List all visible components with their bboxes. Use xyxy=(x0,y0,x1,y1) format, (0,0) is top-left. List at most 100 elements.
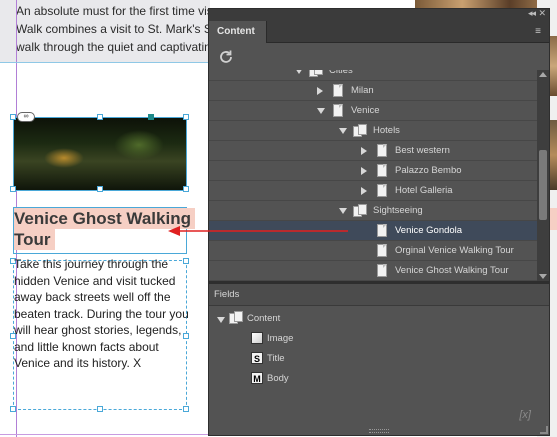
heading-line: Tour xyxy=(14,229,55,250)
field-label: Body xyxy=(267,373,289,384)
document-icon xyxy=(377,224,387,237)
link-arrow xyxy=(168,226,348,236)
image-frame-border xyxy=(13,117,187,191)
expanded-arrow-icon[interactable] xyxy=(339,128,347,134)
field-item[interactable]: Content xyxy=(209,309,549,329)
tree-item-label: Venice Ghost Walking Tour xyxy=(395,265,509,276)
selection-handle[interactable] xyxy=(97,114,103,120)
tree-item-label: Venice xyxy=(351,105,380,116)
text-field-icon: M xyxy=(251,372,263,384)
tree-item-label: Hotels xyxy=(373,125,400,136)
body-line: beaten track. During the tour you xyxy=(14,306,189,321)
folder-stack-icon xyxy=(309,70,323,77)
folder-stack-icon xyxy=(353,124,367,137)
tree-item-label: Sightseeing xyxy=(373,205,423,216)
fields-header: Fields xyxy=(209,284,549,306)
fields-list: Content Image S Title M Body xyxy=(209,307,549,417)
body-line: hidden Venice and visit tucked xyxy=(14,273,176,288)
tree-item[interactable]: Palazzo Bembo xyxy=(209,161,537,181)
folder-stack-icon xyxy=(353,204,367,217)
tree-item[interactable]: Sightseeing xyxy=(209,201,537,221)
field-label: Image xyxy=(267,333,294,344)
selection-handle[interactable] xyxy=(97,186,103,192)
scroll-up-icon[interactable] xyxy=(539,72,547,77)
variable-icon[interactable]: [x] xyxy=(519,409,531,421)
collapsed-arrow-icon[interactable] xyxy=(361,167,367,175)
refresh-icon[interactable] xyxy=(217,48,235,66)
panel-title-bar[interactable]: ◂◂ ✕ xyxy=(209,8,549,21)
image-field-icon xyxy=(251,332,263,344)
field-item[interactable]: M Body xyxy=(209,369,549,389)
expanded-arrow-icon[interactable] xyxy=(295,70,303,74)
document-icon xyxy=(377,144,387,157)
body-line: will hear ghost stories, legends, xyxy=(14,323,182,337)
collapsed-arrow-icon[interactable] xyxy=(361,187,367,195)
field-item[interactable]: S Title xyxy=(209,349,549,369)
document-icon xyxy=(377,184,387,197)
tree-item[interactable]: Milan xyxy=(209,81,537,101)
panel-toolbar xyxy=(209,44,549,70)
right-page-image xyxy=(415,0,557,8)
selection-handle[interactable] xyxy=(97,406,103,412)
tree-item[interactable]: Cities xyxy=(209,70,537,81)
selection-handle[interactable] xyxy=(183,186,189,192)
tree-item[interactable]: Hotels xyxy=(209,121,537,141)
body-text[interactable]: Take this journey through the hidden Ven… xyxy=(14,256,190,372)
expanded-arrow-icon[interactable] xyxy=(339,208,347,214)
fields-title: Fields xyxy=(214,289,240,300)
intro-text-frame[interactable]: An absolute must for the first time vis … xyxy=(16,2,216,56)
intro-line: Walk combines a visit to St. Mark's S xyxy=(16,22,212,36)
tree-item-label: Best western xyxy=(395,145,450,156)
tree-item[interactable]: Best western xyxy=(209,141,537,161)
collapse-panel-icon[interactable]: ◂◂ xyxy=(528,8,536,19)
body-line: Venice and its history. X xyxy=(14,356,142,370)
tree-scrollbar[interactable] xyxy=(537,70,549,281)
content-grabber[interactable] xyxy=(148,114,154,120)
link-icon[interactable]: ∞ xyxy=(17,112,35,122)
expanded-arrow-icon[interactable] xyxy=(217,317,225,323)
tree-item-label: Venice Gondola xyxy=(395,225,463,236)
tree-item-label: Orginal Venice Walking Tour xyxy=(395,245,514,256)
tree-item[interactable]: Venice Ghost Walking Tour xyxy=(209,261,537,281)
tree-item-label: Cities xyxy=(329,70,353,76)
bottom-margin-guide xyxy=(0,434,210,435)
intro-line: An absolute must for the first time vis xyxy=(16,4,213,18)
tab-content[interactable]: Content xyxy=(209,21,267,43)
body-line: Take this journey through the xyxy=(14,257,169,271)
body-line: and little known facts about xyxy=(14,339,159,354)
field-label: Title xyxy=(267,353,285,364)
scroll-thumb[interactable] xyxy=(539,150,547,220)
expanded-arrow-icon[interactable] xyxy=(317,108,325,114)
selection-handle[interactable] xyxy=(10,186,16,192)
content-tree: Cities Milan Venice Hotels Best western Palaz… xyxy=(209,70,537,281)
tree-item-label: Palazzo Bembo xyxy=(395,165,462,176)
tree-item-label: Milan xyxy=(351,85,374,96)
document-icon xyxy=(333,84,343,97)
panel-menu-icon[interactable]: ≡ xyxy=(535,26,541,37)
document-icon xyxy=(377,244,387,257)
panel-grip[interactable] xyxy=(369,429,389,433)
resize-handle[interactable] xyxy=(540,426,548,434)
intro-line: walk through the quiet and captivatin xyxy=(16,40,211,54)
document-icon xyxy=(377,164,387,177)
selection-handle[interactable] xyxy=(183,114,189,120)
body-line: away back streets well off the xyxy=(14,290,171,304)
tree-item[interactable]: Orginal Venice Walking Tour xyxy=(209,241,537,261)
tree-item[interactable]: Venice xyxy=(209,101,537,121)
selection-handle[interactable] xyxy=(183,406,189,412)
row-guide xyxy=(0,62,210,63)
close-panel-icon[interactable]: ✕ xyxy=(538,8,546,19)
collapsed-arrow-icon[interactable] xyxy=(361,147,367,155)
text-field-icon: S xyxy=(251,352,263,364)
tree-item[interactable]: Hotel Galleria xyxy=(209,181,537,201)
selection-handle[interactable] xyxy=(10,406,16,412)
tree-item-label: Hotel Galleria xyxy=(395,185,453,196)
field-item[interactable]: Image xyxy=(209,329,549,349)
document-icon xyxy=(333,104,343,117)
document-icon xyxy=(377,264,387,277)
collapsed-arrow-icon[interactable] xyxy=(317,87,323,95)
field-label: Content xyxy=(247,313,281,324)
selection-handle[interactable] xyxy=(10,114,16,120)
panel-tab-bar: Content ≡ xyxy=(209,21,549,43)
scroll-down-icon[interactable] xyxy=(539,274,547,279)
